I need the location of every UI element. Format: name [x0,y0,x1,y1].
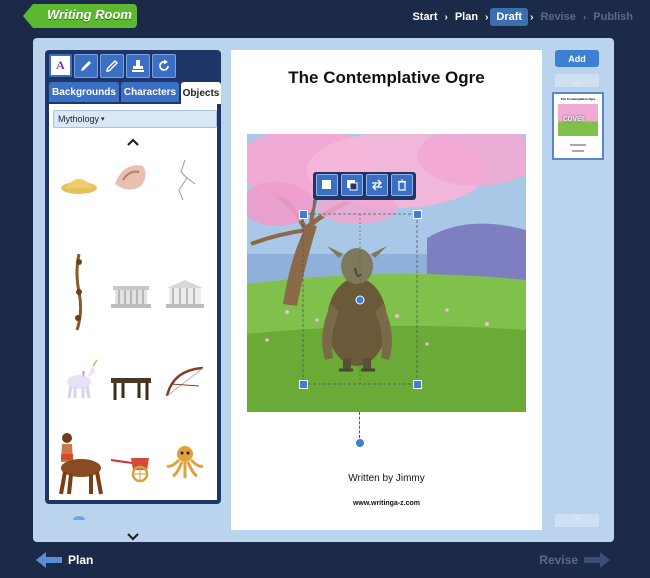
object-unicorn[interactable] [57,358,101,402]
thumbnail-url [572,150,584,152]
object-centaur[interactable] [53,432,105,498]
step-draft[interactable]: Draft [490,8,529,26]
thumbnail-byline [570,144,586,146]
text-tool-icon: A [56,58,65,72]
thumbnail-title: The Contemplative Ogre [560,97,596,101]
add-page-button[interactable]: Add [555,50,599,67]
pencil-tool-button[interactable] [100,54,124,78]
page-byline[interactable]: Written by Jimmy [231,473,542,484]
objects-tab-body: Mythology ▾ [49,104,217,541]
thumbnail-cover-label: cover [563,113,586,123]
asset-tabs: Backgrounds Characters Objects [49,82,221,104]
stamp-tool-button[interactable] [126,54,150,78]
writing-room-logo[interactable]: Writing Room [23,4,137,28]
page-thumbnail[interactable]: The Contemplative Ogre cover [552,92,604,160]
object-toolbar [313,172,416,200]
chevron-right-icon: › [582,11,587,23]
scroll-down-button[interactable] [127,529,139,544]
object-table[interactable] [109,366,153,410]
resize-handle-top-right[interactable] [413,210,422,219]
send-backward-button[interactable] [341,174,363,196]
back-nav-label: Plan [68,553,94,567]
tool-bar: A [49,54,176,78]
resize-handle-top-left[interactable] [299,210,308,219]
bring-forward-button[interactable] [316,174,338,196]
tab-objects[interactable]: Objects [181,82,221,104]
progress-steps: Start › Plan › Draft › Revise › Publish [407,8,638,26]
rotate-guide [359,412,361,438]
step-plan[interactable]: Plan [450,9,483,25]
category-selected: Mythology [58,114,100,124]
object-bow[interactable] [163,362,207,406]
trash-icon [398,179,406,191]
resize-handle-bottom-right[interactable] [413,380,422,389]
redo-icon [159,59,169,71]
chevron-right-icon: › [444,11,448,23]
flip-button[interactable] [366,174,388,196]
chevron-up-icon [127,138,139,146]
stamp-icon [132,60,144,72]
object-memorial-temple[interactable] [109,272,153,316]
delete-button[interactable] [391,174,413,196]
rotate-handle[interactable] [355,438,365,448]
back-nav-button[interactable]: Plan [34,550,93,570]
forward-nav-label: Revise [539,553,578,567]
object-chariot[interactable] [109,444,153,488]
chevron-down-icon: ﹀ [572,516,582,526]
send-backward-icon [347,180,358,191]
chevron-up-icon: ︿ [572,76,582,86]
pen-tool-button[interactable] [74,54,98,78]
bring-forward-icon [322,180,331,189]
pen-icon [81,61,91,71]
step-revise: Revise [540,11,576,23]
arrow-right-icon [584,552,610,568]
chevron-down-icon [127,533,139,541]
object-conch-shell[interactable] [109,154,153,198]
page-title[interactable]: The Contemplative Ogre [231,68,542,88]
object-cracks[interactable] [163,158,207,202]
object-partial[interactable] [65,514,109,520]
category-dropdown[interactable]: Mythology ▾ [53,110,217,128]
page-url: www.writinga-z.com [352,500,421,507]
pencil-icon [106,59,119,72]
tab-backgrounds[interactable]: Backgrounds [49,82,119,102]
chevron-right-icon: › [485,11,489,23]
thumbnail-illustration: cover [558,104,598,136]
object-sand-pile[interactable] [57,158,101,202]
object-rope[interactable] [57,252,101,332]
step-publish: Publish [593,11,633,23]
scroll-up-button[interactable] [127,134,139,149]
flip-icon [372,179,382,191]
caret-down-icon: ▾ [101,116,105,123]
object-greek-temple[interactable] [163,272,207,316]
thumbs-scroll-up-button[interactable]: ︿ [555,74,599,87]
app-title: Writing Room [47,7,132,22]
arrow-left-icon [36,552,62,568]
workspace-panel: A Backgrounds Characters Objects Mytholo… [33,38,614,542]
resize-handle-bottom-left[interactable] [299,380,308,389]
forward-nav-button: Revise [539,550,612,570]
book-page[interactable]: The Contemplative Ogre Written by Jimmy … [231,50,542,530]
thumbs-scroll-down-button[interactable]: ﹀ [555,514,599,527]
tab-characters[interactable]: Characters [121,82,179,102]
step-start[interactable]: Start [407,9,442,25]
redo-button[interactable] [152,54,176,78]
asset-panel: A Backgrounds Characters Objects Mytholo… [45,50,221,541]
chevron-right-icon: › [530,11,534,23]
text-tool-button[interactable]: A [49,54,72,77]
object-octopus[interactable] [163,440,207,484]
